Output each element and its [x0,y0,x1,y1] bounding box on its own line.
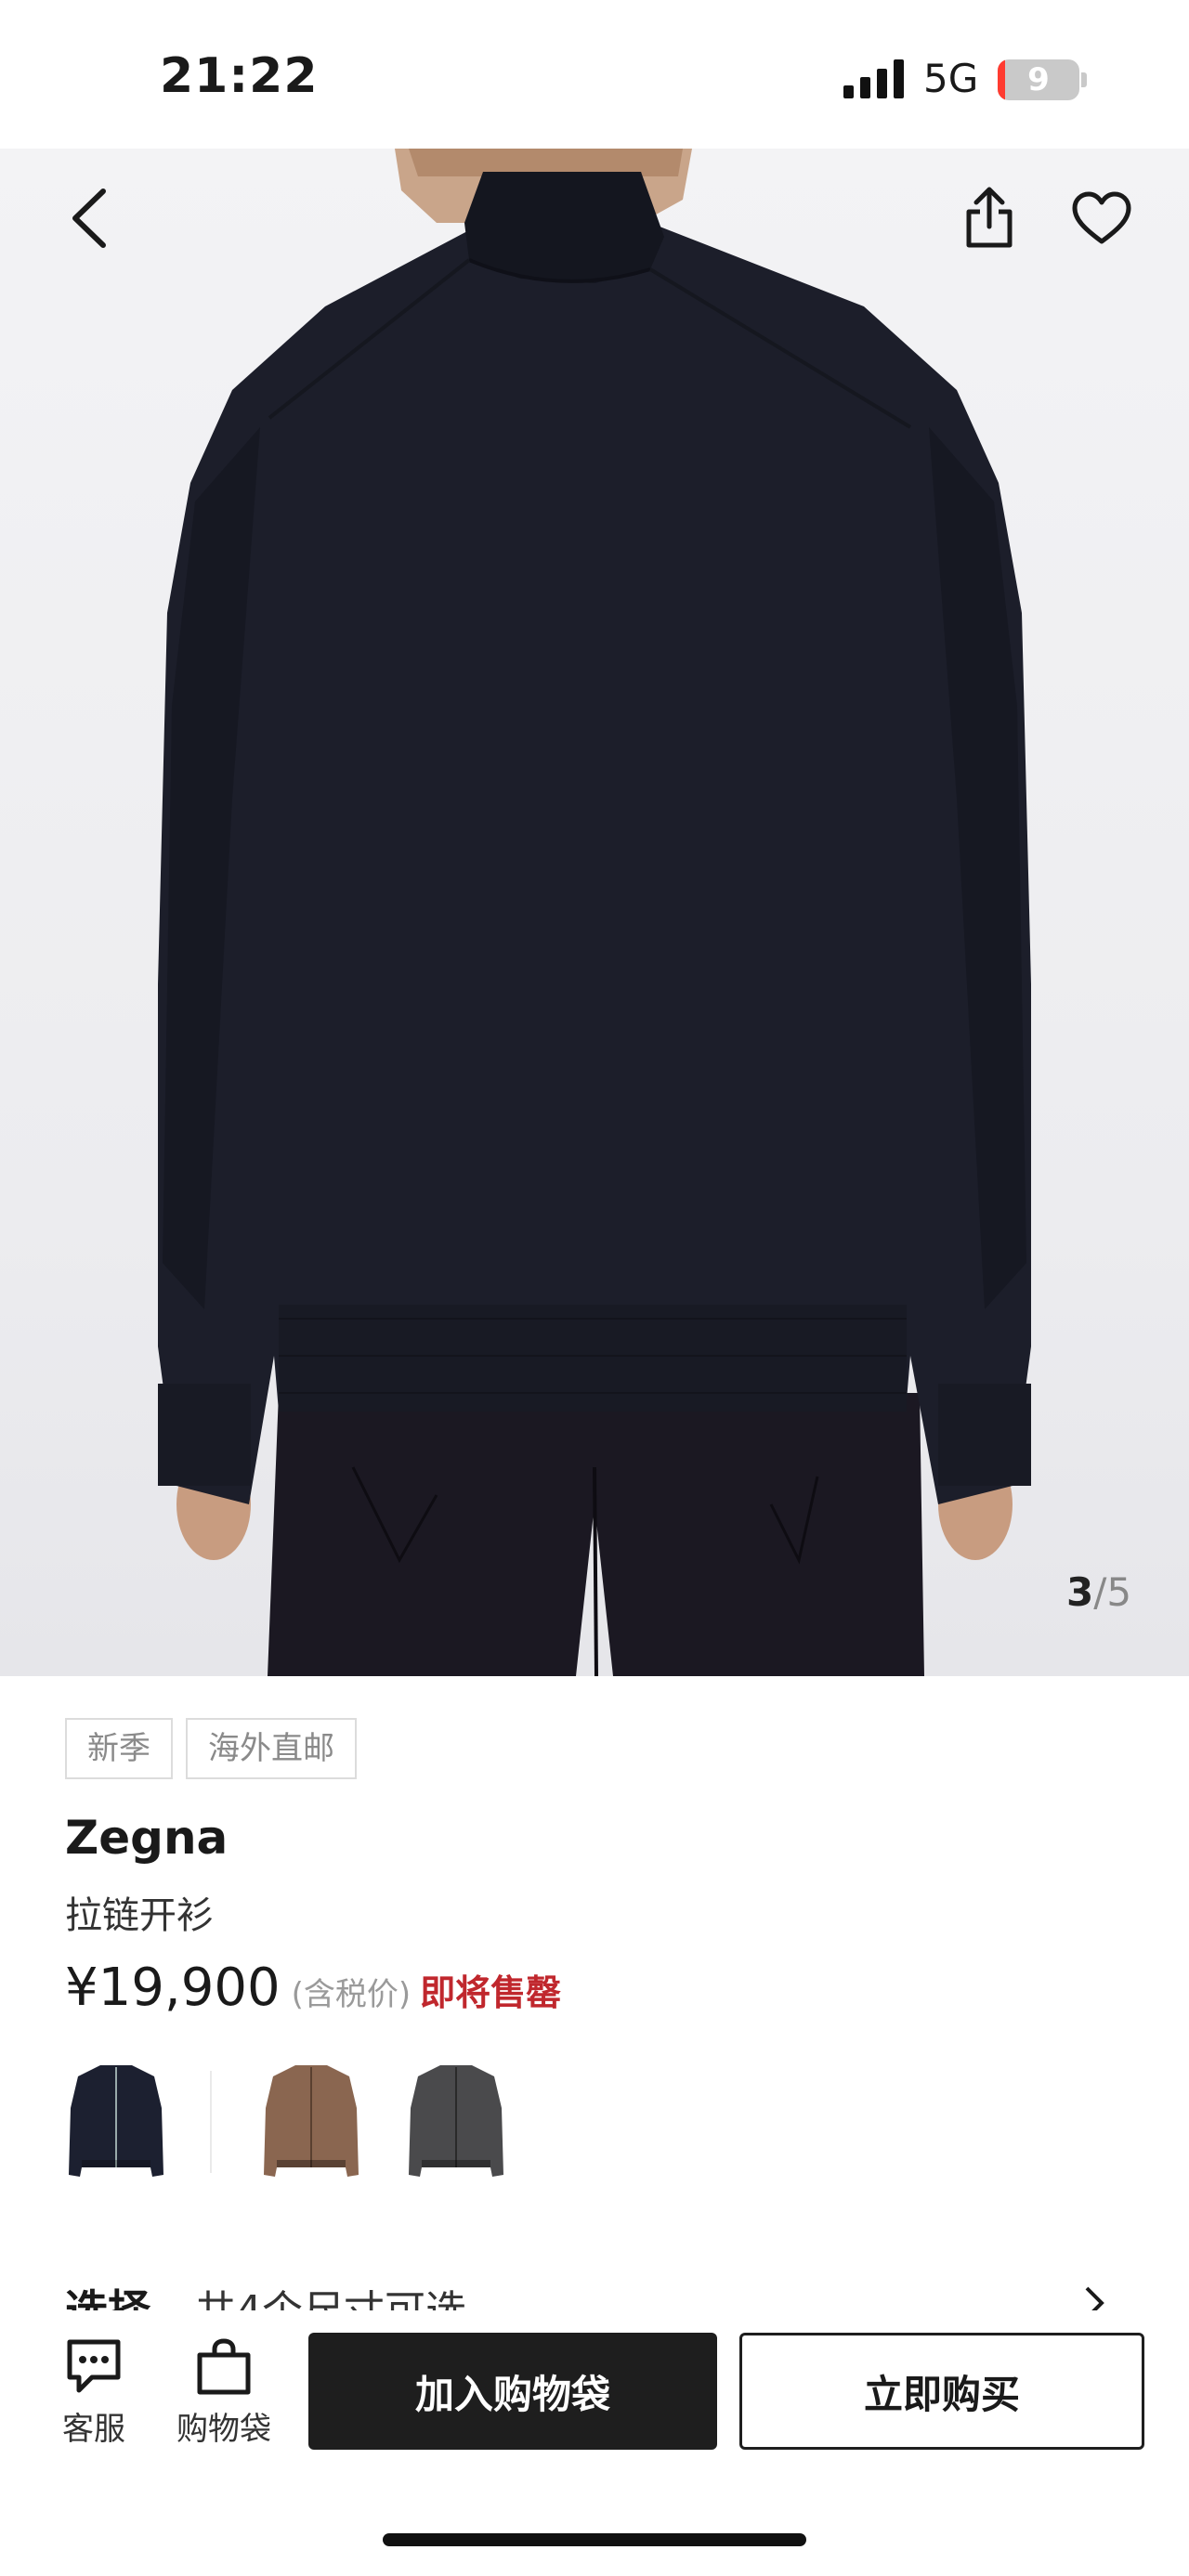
product-image-gallery[interactable]: 3/5 [0,149,1189,1676]
product-photo [158,149,1031,1676]
shopping-bag-icon [197,2338,251,2395]
shopping-bag-button[interactable]: 购物袋 [163,2338,284,2459]
color-swatch-brown[interactable] [260,2052,362,2192]
share-icon [966,187,1013,248]
chevron-left-icon [72,189,106,248]
favorite-button[interactable] [1066,176,1137,260]
product-detail-page: 21:22 5G 9 3/5 新季 海外直邮 Zegna 拉链开衫 ¥19,90… [0,0,1189,2576]
status-bar: 21:22 5G 9 [0,0,1189,149]
size-selector[interactable]: 选择 共4个尺寸可选 [65,2277,1124,2314]
signal-icon [843,59,904,98]
chat-bubble-icon [67,2339,121,2393]
product-tags: 新季 海外直邮 [65,1718,357,1779]
home-indicator[interactable] [383,2533,806,2546]
price-row: ¥19,900 (含税价) 即将售罄 [65,1958,561,2018]
jacket-thumbnail [264,2065,359,2177]
image-counter-current: 3 [1066,1569,1094,1615]
color-swatch-navy[interactable] [65,2052,167,2192]
customer-service-label: 客服 [62,2411,125,2448]
product-name: 拉链开衫 [65,1894,214,1937]
stock-status: 即将售罄 [420,1972,562,2013]
tag-overseas-direct: 海外直邮 [186,1718,357,1779]
image-counter-total: 5 [1106,1569,1132,1615]
size-selector-value: 共4个尺寸可选 [195,2287,466,2314]
image-counter-separator: / [1093,1569,1107,1615]
product-price: ¥19,900 [65,1958,281,2018]
status-time: 21:22 [160,48,319,104]
add-to-bag-button[interactable]: 加入购物袋 [308,2333,717,2450]
color-swatches [65,2052,1124,2192]
battery-level: 9 [1027,61,1050,98]
product-brand[interactable]: Zegna [65,1811,228,1865]
size-selector-label: 选择 [65,2285,150,2314]
customer-service-button[interactable]: 客服 [33,2338,154,2459]
swatch-divider [210,2071,212,2173]
image-counter: 3/5 [1066,1569,1131,1615]
share-button[interactable] [957,176,1022,260]
back-button[interactable] [56,176,121,260]
buy-now-button[interactable]: 立即购买 [739,2333,1144,2450]
jacket-thumbnail [69,2065,163,2177]
shopping-bag-label: 购物袋 [176,2411,271,2448]
heart-icon [1072,191,1131,244]
battery-icon: 9 [998,59,1079,100]
tax-note: (含税价) [291,1976,412,2013]
battery-cap [1081,72,1087,87]
tag-new-season: 新季 [65,1718,173,1779]
jacket-thumbnail [409,2065,503,2177]
network-type: 5G [923,56,979,101]
color-swatch-grey[interactable] [405,2052,507,2192]
